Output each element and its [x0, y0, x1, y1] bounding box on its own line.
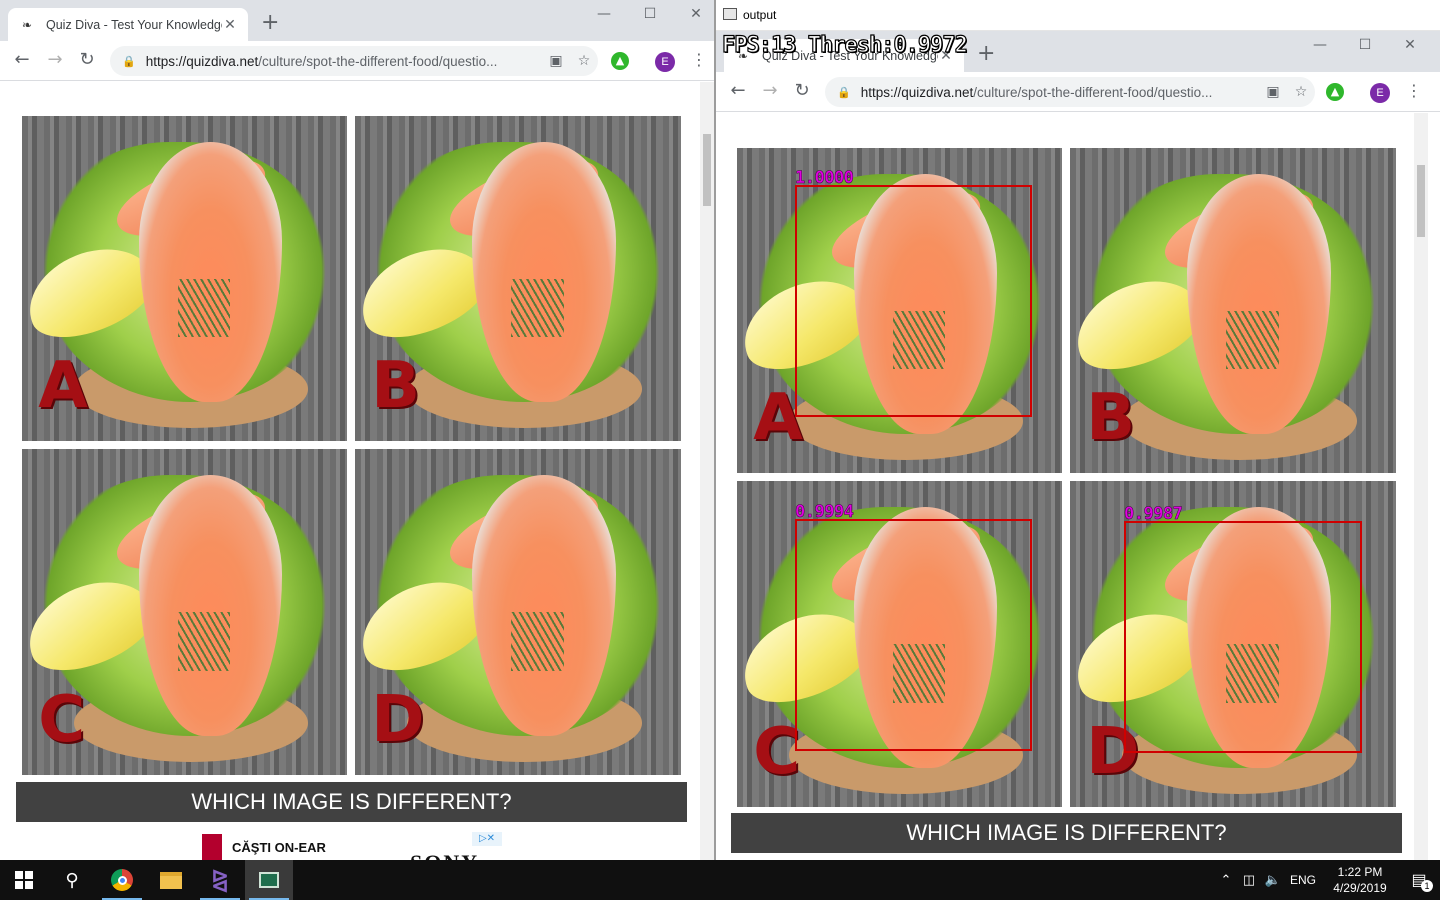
minimize-icon: —: [1313, 37, 1327, 53]
lock-icon: 🔒: [122, 54, 136, 68]
captured-address-bar: 🔒 https://quizdiva.net/culture/spot-the-…: [825, 77, 1315, 107]
output-window-icon: [723, 8, 737, 20]
maximize-icon: ☐: [1358, 37, 1372, 53]
bookmark-star-icon[interactable]: ☆: [570, 53, 598, 69]
captured-question-banner: WHICH IMAGE IS DIFFERENT?: [731, 813, 1402, 853]
tab-strip: ❧ Quiz Diva - Test Your Knowledge ✕ + — …: [0, 0, 714, 41]
image-letter: B: [371, 349, 421, 424]
reload-button[interactable]: ↻: [75, 50, 99, 70]
minimize-button[interactable]: —: [581, 6, 627, 22]
scrollbar-thumb[interactable]: [703, 134, 711, 206]
system-tray: ⌃ ◫ 🔈 ENG 1:22 PM 4/29/2019 ▤ 1: [1215, 860, 1439, 900]
search-icon: ⚲: [65, 869, 79, 891]
quizdiva-icon: ❧: [22, 17, 33, 32]
ad-brand: SONY: [410, 850, 479, 860]
output-titlebar: output: [716, 0, 1440, 31]
notification-badge: 1: [1421, 880, 1433, 892]
back-icon: ←: [730, 80, 746, 101]
extension-icon: ▲: [1326, 83, 1344, 101]
quiz-image-d[interactable]: D: [355, 449, 681, 775]
lock-icon: 🔒: [837, 85, 851, 99]
detection-box-c: [795, 519, 1032, 751]
detection-box-d: [1124, 521, 1362, 753]
captured-toolbar: ← → ↻ 🔒 https://quizdiva.net/culture/spo…: [716, 72, 1440, 112]
detected-image-b: B: [1070, 148, 1396, 473]
taskbar-file-explorer[interactable]: [147, 860, 195, 900]
taskbar-chrome[interactable]: [98, 860, 146, 900]
ad-banner[interactable]: CĂŞTI ON-EAR SONY ▷✕: [200, 832, 502, 860]
image-letter: C: [38, 683, 86, 758]
bookmark-star-icon: ☆: [1294, 84, 1308, 100]
close-tab-icon[interactable]: ✕: [222, 17, 238, 33]
new-tab-icon: +: [977, 41, 996, 66]
search-button[interactable]: ⚲: [48, 860, 96, 900]
close-window-icon: ✕: [1404, 37, 1416, 53]
taskbar-output-window[interactable]: [245, 860, 293, 900]
menu-icon: ⋮: [1406, 81, 1422, 100]
notification-center-icon[interactable]: ▤ 1: [1399, 870, 1439, 892]
extension-icon[interactable]: ▲: [611, 52, 629, 70]
start-icon: [15, 871, 33, 889]
clock-time: 1:22 PM: [1337, 865, 1383, 879]
start-button[interactable]: [0, 860, 48, 900]
close-window-button[interactable]: ✕: [673, 6, 714, 22]
adchoices-icon[interactable]: ▷✕: [472, 832, 502, 846]
avatar: E: [1370, 83, 1390, 103]
chrome-icon: [111, 869, 133, 891]
language-indicator[interactable]: ENG: [1285, 873, 1321, 887]
detection-box-a: [795, 185, 1032, 417]
detection-score-d: 0.9987: [1124, 504, 1183, 525]
url-text: https://quizdiva.net/culture/spot-the-di…: [145, 53, 498, 69]
output-window-title: output: [743, 8, 777, 22]
image-letter: B: [1086, 381, 1136, 456]
detection-score-a: 1.0000: [795, 168, 854, 189]
left-browser-window: ❧ Quiz Diva - Test Your Knowledge ✕ + — …: [0, 0, 714, 860]
menu-icon[interactable]: ⋮: [691, 50, 707, 70]
taskbar-visual-studio[interactable]: ⧎: [196, 860, 244, 900]
tab-title: Quiz Diva - Test Your Knowledge: [46, 17, 222, 32]
image-letter: C: [753, 715, 801, 790]
captured-frame: ❧ Quiz Diva - Test Your Knowledge ✕ + — …: [716, 31, 1440, 860]
clock[interactable]: 1:22 PM 4/29/2019: [1321, 864, 1399, 896]
taskbar: ⚲ ⧎ ⌃ ◫ 🔈 ENG 1:22 PM 4/29/2019 ▤ 1: [0, 860, 1440, 900]
image-letter: A: [38, 349, 88, 424]
tab-quiz-diva[interactable]: ❧ Quiz Diva - Test Your Knowledge ✕: [8, 8, 248, 41]
quiz-image-c[interactable]: C: [22, 449, 347, 775]
browser-toolbar: ← → ↻ 🔒 https://quizdiva.net/culture/spo…: [0, 41, 714, 81]
translate-icon: ▣: [1266, 84, 1280, 100]
visual-studio-icon: ⧎: [210, 867, 230, 893]
forward-button[interactable]: →: [43, 50, 67, 70]
output-window: output ❧ Quiz Diva - Test Your Knowledge…: [716, 0, 1440, 860]
forward-icon: →: [762, 80, 778, 101]
address-bar[interactable]: 🔒 https://quizdiva.net/culture/spot-the-…: [110, 46, 598, 76]
file-explorer-icon: [160, 871, 182, 889]
back-button[interactable]: ←: [10, 50, 34, 70]
detection-score-c: 0.9994: [795, 502, 854, 523]
network-icon[interactable]: ◫: [1237, 872, 1261, 888]
fps-threshold-readout: FPS:13 Thresh:0.9972: [721, 32, 968, 58]
ad-image: [202, 834, 222, 860]
clock-date: 4/29/2019: [1333, 881, 1387, 895]
ad-label: CĂŞTI ON-EAR: [232, 840, 326, 855]
translate-icon[interactable]: ▣: [542, 53, 570, 69]
avatar[interactable]: E: [655, 52, 675, 72]
captured-url-text: https://quizdiva.net/culture/spot-the-di…: [860, 84, 1213, 100]
new-tab-button[interactable]: +: [261, 12, 279, 34]
captured-scrollbar-thumb: [1417, 165, 1425, 237]
question-banner: WHICH IMAGE IS DIFFERENT?: [16, 782, 687, 822]
output-window-icon: [259, 872, 279, 888]
reload-icon: ↻: [794, 80, 810, 101]
volume-icon[interactable]: 🔈: [1261, 872, 1285, 888]
page-scrollbar[interactable]: [700, 82, 714, 860]
image-letter: D: [371, 683, 425, 758]
captured-scrollbar: [1414, 113, 1428, 860]
chevron-up-icon[interactable]: ⌃: [1215, 872, 1237, 888]
quiz-image-b[interactable]: B: [355, 116, 681, 441]
quiz-image-a[interactable]: A: [22, 116, 347, 441]
maximize-button[interactable]: ☐: [627, 6, 673, 22]
